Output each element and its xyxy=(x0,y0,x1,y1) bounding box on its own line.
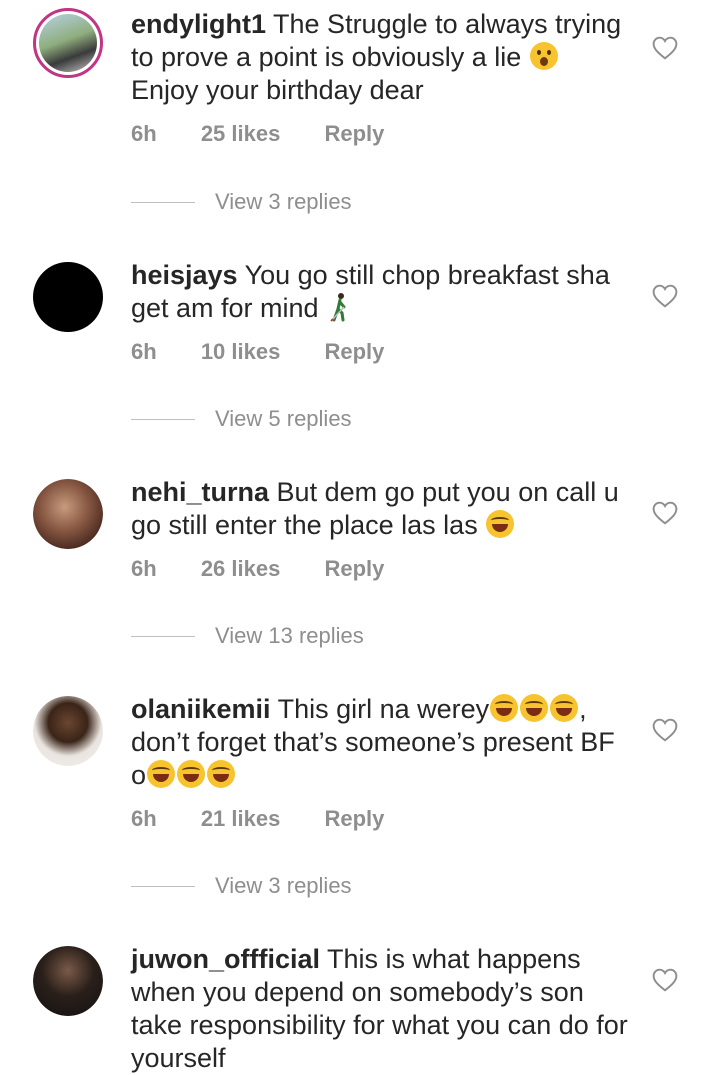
comment-likes[interactable]: 10 likes xyxy=(201,339,281,365)
view-replies-button[interactable]: View 3 replies xyxy=(131,873,352,899)
avatar[interactable] xyxy=(33,946,103,1016)
heart-outline-icon[interactable] xyxy=(652,284,678,308)
face-with-open-mouth-icon xyxy=(529,42,558,70)
comment-item: heisjays You go still chop breakfast sha… xyxy=(0,259,720,464)
face-with-tears-of-joy-icon xyxy=(147,760,176,788)
view-replies-button[interactable]: View 5 replies xyxy=(131,406,352,432)
comment-body: endylight1 The Struggle to always trying… xyxy=(131,8,631,151)
comment-time: 6h xyxy=(131,556,157,581)
face-with-tears-of-joy-icon xyxy=(486,510,515,538)
view-replies-button[interactable]: View 3 replies xyxy=(131,189,352,215)
comment-body: juwon_offficial This is what happens whe… xyxy=(131,943,631,1075)
comment-text: olaniikemii This girl na werey, don’t fo… xyxy=(131,693,631,792)
comment-username[interactable]: nehi_turna xyxy=(131,477,269,507)
comment-likes[interactable]: 25 likes xyxy=(201,121,281,147)
comment-item: endylight1 The Struggle to always trying… xyxy=(0,8,720,215)
comment-meta: 6h 10 likes Reply xyxy=(131,339,631,369)
reply-button[interactable]: Reply xyxy=(324,339,384,365)
comment-body: nehi_turna But dem go put you on call u … xyxy=(131,476,631,586)
avatar[interactable] xyxy=(33,8,103,78)
reply-button[interactable]: Reply xyxy=(324,556,384,582)
divider xyxy=(131,418,195,420)
comment-username[interactable]: olaniikemii xyxy=(131,694,271,724)
comment-message-end: Enjoy your birthday dear xyxy=(131,75,424,105)
comment-time: 6h xyxy=(131,806,157,831)
comment-text: heisjays You go still chop breakfast sha… xyxy=(131,259,631,325)
comment-likes[interactable]: 21 likes xyxy=(201,806,281,832)
view-replies-button[interactable]: View 13 replies xyxy=(131,623,364,649)
comment-body: olaniikemii This girl na werey, don’t fo… xyxy=(131,693,631,836)
divider xyxy=(131,885,195,887)
view-replies-label: View 3 replies xyxy=(215,189,352,214)
comment-text: nehi_turna But dem go put you on call u … xyxy=(131,476,631,542)
comment-username[interactable]: endylight1 xyxy=(131,9,266,39)
comment-item: juwon_offficial This is what happens whe… xyxy=(0,943,720,1075)
face-with-tears-of-joy-icon xyxy=(490,694,519,722)
view-replies-label: View 13 replies xyxy=(215,623,364,648)
comment-username[interactable]: heisjays xyxy=(131,260,238,290)
comment-item: olaniikemii This girl na werey, don’t fo… xyxy=(0,693,720,898)
person-with-white-cane-icon xyxy=(330,293,346,322)
comment-username[interactable]: juwon_offficial xyxy=(131,944,320,974)
comment-message: This girl na werey xyxy=(277,694,490,724)
comment-time: 6h xyxy=(131,339,157,364)
avatar[interactable] xyxy=(33,696,103,766)
comment-text: endylight1 The Struggle to always trying… xyxy=(131,8,631,107)
comment-likes[interactable]: 26 likes xyxy=(201,556,281,582)
comment-time: 6h xyxy=(131,121,157,146)
comment-meta: 6h 26 likes Reply xyxy=(131,556,631,586)
heart-outline-icon[interactable] xyxy=(652,501,678,525)
comment-body: heisjays You go still chop breakfast sha… xyxy=(131,259,631,369)
comment-text: juwon_offficial This is what happens whe… xyxy=(131,943,631,1075)
divider xyxy=(131,635,195,637)
divider xyxy=(131,201,195,203)
comment-meta: 6h 21 likes Reply xyxy=(131,806,631,836)
reply-button[interactable]: Reply xyxy=(324,121,384,147)
avatar[interactable] xyxy=(33,479,103,549)
face-with-tears-of-joy-icon xyxy=(177,760,206,788)
heart-outline-icon[interactable] xyxy=(652,36,678,60)
face-with-tears-of-joy-icon xyxy=(520,694,549,722)
face-with-tears-of-joy-icon xyxy=(207,760,236,788)
comment-meta: 6h 25 likes Reply xyxy=(131,121,631,151)
heart-outline-icon[interactable] xyxy=(652,968,678,992)
avatar[interactable] xyxy=(33,262,103,332)
reply-button[interactable]: Reply xyxy=(324,806,384,832)
view-replies-label: View 5 replies xyxy=(215,406,352,431)
comment-item: nehi_turna But dem go put you on call u … xyxy=(0,476,720,681)
view-replies-label: View 3 replies xyxy=(215,873,352,898)
face-with-tears-of-joy-icon xyxy=(550,694,579,722)
heart-outline-icon[interactable] xyxy=(652,718,678,742)
